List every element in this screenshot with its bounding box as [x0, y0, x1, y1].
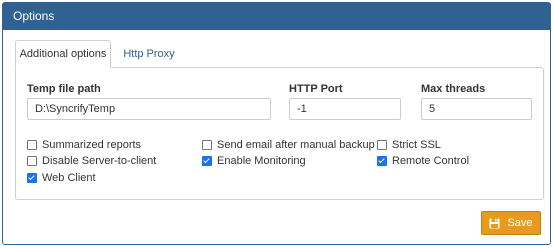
checkbox-box[interactable]: [377, 156, 387, 166]
strict-ssl-checkbox[interactable]: Strict SSL: [377, 138, 441, 152]
disable-server-to-client-checkbox[interactable]: Disable Server-to-client: [27, 154, 156, 168]
remote-control-checkbox[interactable]: Remote Control: [377, 154, 469, 168]
send-email-checkbox[interactable]: Send email after manual backup: [202, 138, 375, 152]
checkbox-label: Strict SSL: [392, 139, 441, 151]
checkbox-box[interactable]: [27, 140, 37, 150]
http-port-input[interactable]: [289, 98, 401, 120]
http-port-label: HTTP Port: [289, 83, 343, 95]
checkbox-label: Remote Control: [392, 155, 470, 167]
tab-http-proxy[interactable]: Http Proxy: [119, 40, 179, 68]
checkbox-label: Enable Monitoring: [217, 155, 306, 167]
tab-content-additional-options: Temp file path HTTP Port Max threads Sum…: [15, 67, 544, 200]
options-panel: Options Additional options Http Proxy Te…: [2, 2, 551, 245]
checkbox-label: Summarized reports: [42, 139, 142, 151]
web-client-checkbox[interactable]: Web Client: [27, 171, 96, 185]
temp-path-input[interactable]: [27, 98, 271, 120]
checkbox-box[interactable]: [27, 156, 37, 166]
max-threads-label: Max threads: [421, 83, 486, 95]
temp-path-label: Temp file path: [27, 83, 101, 95]
checkbox-box[interactable]: [202, 156, 212, 166]
tab-additional-options[interactable]: Additional options: [15, 40, 111, 68]
checkbox-box[interactable]: [27, 173, 37, 183]
floppy-disk-icon: [489, 218, 500, 228]
checkbox-box[interactable]: [377, 140, 387, 150]
enable-monitoring-checkbox[interactable]: Enable Monitoring: [202, 154, 306, 168]
max-threads-input[interactable]: [421, 98, 532, 120]
checkbox-label: Disable Server-to-client: [42, 155, 157, 167]
summarized-reports-checkbox[interactable]: Summarized reports: [27, 138, 141, 152]
save-button[interactable]: Save: [481, 211, 541, 235]
panel-title: Options: [3, 3, 550, 30]
checkbox-label: Send email after manual backup: [217, 139, 375, 151]
checkbox-label: Web Client: [42, 172, 96, 184]
checkbox-box[interactable]: [202, 140, 212, 150]
save-button-label: Save: [507, 217, 533, 229]
